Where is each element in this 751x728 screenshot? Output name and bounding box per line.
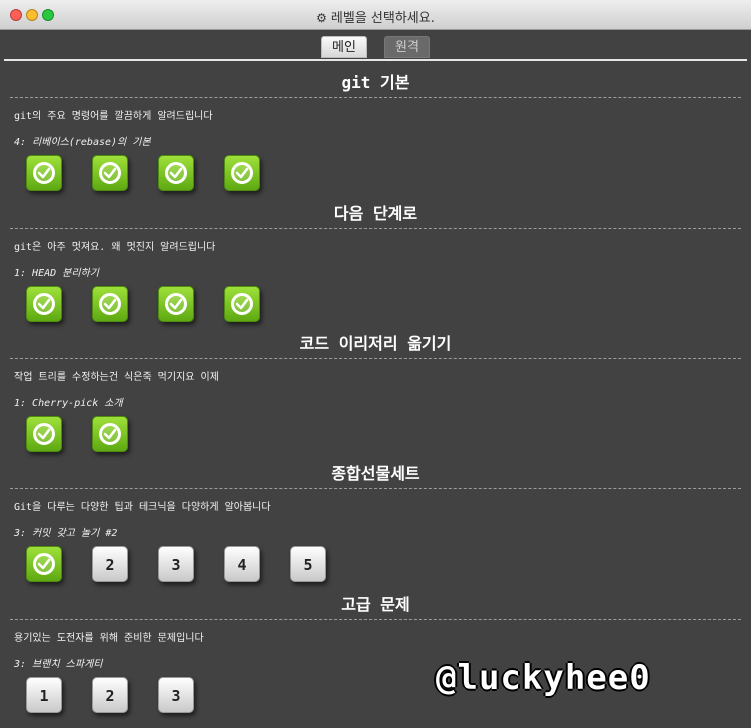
level-button[interactable]: 3 (158, 677, 194, 713)
tab-bar: 메인 원격 (0, 36, 751, 60)
section-description: Git을 다루는 다양한 팁과 테크닉을 다양하게 알아봅니다 (14, 502, 271, 513)
section-title: 다음 단계로 (333, 204, 418, 223)
tab-remote[interactable]: 원격 (384, 36, 430, 58)
section-description: git은 아주 멋져요. 왜 멋진지 알려드립니다 (14, 242, 216, 253)
level-button[interactable] (224, 155, 260, 191)
section-divider (10, 358, 741, 359)
section-title: 종합선물세트 (331, 464, 420, 483)
checkmark-icon (231, 162, 253, 184)
checkmark-icon (99, 423, 121, 445)
section-divider (10, 619, 741, 620)
section-title: 코드 이리저리 옮기기 (299, 334, 452, 353)
level-number: 3 (171, 556, 181, 574)
checkmark-icon (33, 293, 55, 315)
level-button[interactable]: 2 (92, 677, 128, 713)
level-number: 3 (171, 687, 181, 705)
checkmark-icon (231, 293, 253, 315)
section-progress: 4: 리베이스(rebase)의 기본 (14, 137, 151, 148)
section-description: 용기있는 도전자를 위해 준비한 문제입니다 (14, 633, 204, 644)
section-description: git의 주요 명령어를 깔끔하게 알려드립니다 (14, 111, 213, 122)
level-button[interactable] (224, 286, 260, 322)
level-button[interactable] (26, 286, 62, 322)
level-number: 2 (105, 556, 115, 574)
watermark: @luckyhee0 (436, 658, 651, 698)
level-button[interactable] (26, 546, 62, 582)
section-progress: 3: 커밋 갖고 놀기 #2 (14, 528, 118, 539)
section-divider (10, 488, 741, 489)
level-button[interactable] (158, 155, 194, 191)
level-number: 5 (303, 556, 313, 574)
checkmark-icon (33, 423, 55, 445)
level-button[interactable] (26, 416, 62, 452)
level-button[interactable]: 1 (26, 677, 62, 713)
section-progress: 1: HEAD 분리하기 (14, 268, 99, 279)
level-button[interactable] (158, 286, 194, 322)
section-divider (10, 228, 741, 229)
window-titlebar: ⚙ 레벨을 선택하세요. (0, 0, 751, 30)
section-description: 작업 트리를 수정하는건 식은죽 먹기지요 이제 (14, 372, 219, 383)
checkmark-icon (99, 162, 121, 184)
level-button[interactable] (92, 416, 128, 452)
level-button[interactable] (92, 286, 128, 322)
tab-main[interactable]: 메인 (321, 36, 367, 58)
level-button[interactable]: 5 (290, 546, 326, 582)
level-number: 1 (39, 687, 49, 705)
checkmark-icon (99, 293, 121, 315)
level-number: 4 (237, 556, 247, 574)
gear-icon: ⚙ (316, 11, 327, 25)
checkmark-icon (165, 162, 187, 184)
window-title-text: 레벨을 선택하세요. (330, 11, 435, 26)
section-title: 고급 문제 (341, 595, 410, 614)
section-progress: 3: 브랜치 스파게티 (14, 659, 103, 670)
section-title: git 기본 (341, 73, 410, 92)
level-list: git 기본 git의 주요 명령어를 깔끔하게 알려드립니다 4: 리베이스(… (0, 61, 751, 728)
level-button[interactable]: 3 (158, 546, 194, 582)
section-divider (10, 97, 741, 98)
level-button[interactable] (92, 155, 128, 191)
checkmark-icon (165, 293, 187, 315)
checkmark-icon (33, 553, 55, 575)
level-number: 2 (105, 687, 115, 705)
checkmark-icon (33, 162, 55, 184)
level-button[interactable]: 2 (92, 546, 128, 582)
level-button[interactable] (26, 155, 62, 191)
section-progress: 1: Cherry-pick 소개 (14, 398, 123, 409)
window-title: ⚙ 레벨을 선택하세요. (0, 7, 751, 26)
level-button[interactable]: 4 (224, 546, 260, 582)
